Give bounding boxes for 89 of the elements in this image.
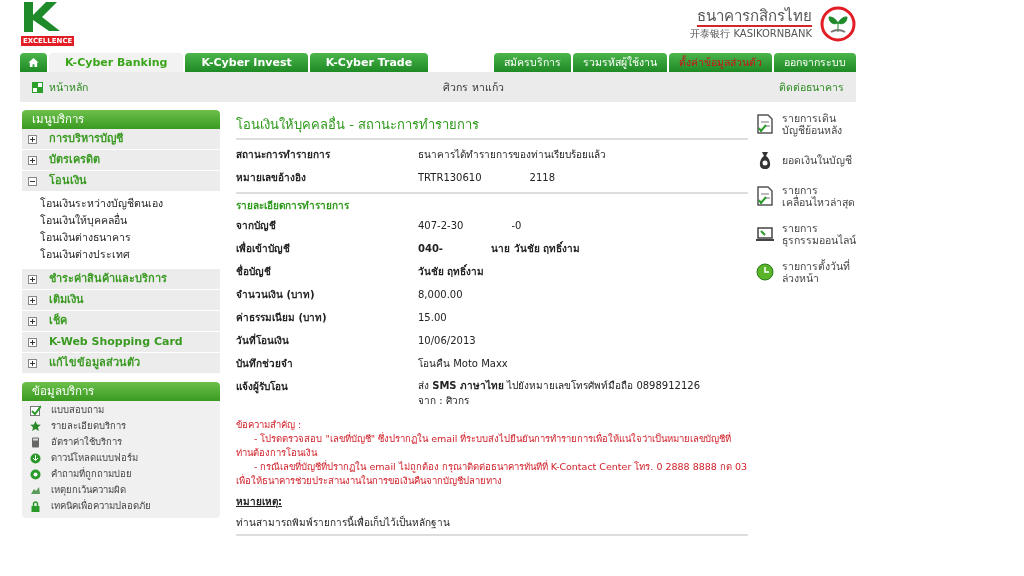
field-value: TRTR130610 <box>418 171 482 185</box>
home-icon <box>28 57 39 68</box>
quick-link[interactable]: รายการ ธุรกรรมออนไลน์ <box>782 222 856 246</box>
tab[interactable]: สมัครบริการ <box>494 53 571 72</box>
field-value: โอนคืน Moto Maxx <box>418 357 508 371</box>
menu-label: แก้ไขข้อมูลส่วนตัว <box>49 355 140 372</box>
info-link[interactable]: อัตราค่าใช้บริการ <box>22 434 220 450</box>
tab[interactable]: ออกจากระบบ <box>774 53 856 72</box>
field-label: เพื่อเข้าบัญชี <box>236 240 291 256</box>
menu-item[interactable]: เช็ค <box>22 311 220 332</box>
leaf-logo-icon <box>820 6 856 42</box>
info-link[interactable]: เทคนิคเพื่อความปลอดภัย <box>22 498 220 514</box>
notice-heading: ข้อความสำคัญ : <box>236 418 303 432</box>
menu-label: ชำระค่าสินค้าและบริการ <box>49 271 167 287</box>
document-icon <box>756 114 774 134</box>
quick-link[interactable]: ยอดเงินในบัญชี <box>782 154 852 166</box>
panel-title: ข้อมูลบริการ <box>22 382 220 401</box>
info-link[interactable]: คำถามที่ถูกถามบ่อย <box>22 466 220 482</box>
bank-subtitle: 开泰银行 KASIKORNBANK <box>690 27 812 41</box>
field-value: 8,000.00 <box>418 288 463 302</box>
field-label: จำนวนเงิน (บาท) <box>236 288 316 302</box>
submenu-link[interactable]: โอนเงินต่างธนาคาร <box>40 229 220 246</box>
tab[interactable]: K-Cyber Trade <box>309 53 429 72</box>
field-value: วันชัย ฤทธิ์งาม <box>418 263 485 279</box>
field-label: หมายเลขอ้างอิง <box>236 171 307 185</box>
panel-title: เมนูบริการ <box>22 110 220 129</box>
tab[interactable]: K-Cyber Banking <box>49 53 184 72</box>
field-label: สถานะการทำรายการ <box>236 148 331 162</box>
info-link[interactable]: แบบสอบถาม <box>22 402 220 418</box>
quick-link[interactable]: รายการ เคลื่อนไหวล่าสุด <box>782 184 855 208</box>
field-label: วันที่โอนเงิน <box>236 332 290 348</box>
field-value: นาย วันชัย ฤทธิ์งาม <box>491 240 580 256</box>
menu-item[interactable]: การบริหารบัญชี <box>22 129 220 150</box>
field-value: 407-2-30 <box>418 219 464 233</box>
field-value: 2118 <box>529 171 555 185</box>
field-value: 15.00 <box>418 311 447 325</box>
field-value: ธนาคารได้ทำรายการของท่านเรียบร้อยแล้ว <box>418 148 606 162</box>
user-name: ศิวกร หาแก้ว <box>443 79 504 95</box>
download-icon <box>30 452 41 464</box>
lock-icon <box>30 500 41 512</box>
quick-link[interactable]: รายการตั้งวันที่ ล่วงหน้า <box>782 260 850 284</box>
field-value: จาก : ศิวกร <box>418 394 470 408</box>
notice-text: - โปรดตรวจสอบ "เลขที่บัญชี" ซึ่งปรากฏใน email ที่ระบบส่งไปยืนยันการทำรายการเพื่อให้แน่ใจว่าเป็นหมายเลขบัญชีที่ท่านต้องการโอนเงิน <box>236 432 733 460</box>
field-value: 10/06/2013 <box>418 334 476 348</box>
menu-label: เช็ค <box>49 312 67 329</box>
info-link[interactable]: รายละเอียดบริการ <box>22 418 220 434</box>
menu-label: โอนเงิน <box>49 172 87 189</box>
info-link[interactable]: ดาวน์โหลดแบบฟอร์ม <box>22 450 220 466</box>
menu-label: บัตรเครดิต <box>49 152 100 168</box>
field-label: ค่าธรรมเนียม (บาท) <box>236 311 328 325</box>
clock-icon <box>756 262 774 282</box>
menu-label: เติมเงิน <box>49 292 84 308</box>
menu-item[interactable]: K-Web Shopping Card <box>22 332 220 353</box>
menu-label: K-Web Shopping Card <box>49 334 183 350</box>
star-icon <box>30 420 41 432</box>
laptop-icon <box>756 224 774 244</box>
document-icon <box>756 186 774 206</box>
remark-text: ท่านสามารถพิมพ์รายการนี้เพื่อเก็บไว้เป็นหลักฐาน <box>236 515 748 536</box>
submenu-link[interactable]: โอนเงินต่างประเทศ <box>40 246 220 263</box>
check-icon <box>30 404 41 416</box>
grid-icon <box>32 81 43 93</box>
tab[interactable]: K-Cyber Invest <box>185 53 308 72</box>
field-label: จากบัญชี <box>236 219 277 233</box>
menu-item[interactable]: แก้ไขข้อมูลส่วนตัว <box>22 353 220 374</box>
menu-label: การบริหารบัญชี <box>49 131 123 147</box>
field-label: ชื่อบัญชี <box>236 263 272 279</box>
field-label: บันทึกช่วยจำ <box>236 357 294 371</box>
field-label: แจ้งผู้รับโอน <box>236 380 289 395</box>
remark-heading: หมายเหตุ: <box>236 495 283 509</box>
quick-link[interactable]: รายการเดิน บัญชีย้อนหลัง <box>782 112 842 136</box>
notice-text: - กรณีเลขที่บัญชีที่ปรากฏใน email ไม่ถูกต้อง กรุณาติดต่อธนาคารทันทีที่ K-Contact Center โทร. 0 2888 8888 กด 03 เพื่อให้ธนาคารช่วยประสานงานในการขอเงินคืนจากบัญชีปลายทาง <box>236 460 748 488</box>
contact-link[interactable]: ติดต่อธนาคาร <box>779 78 844 96</box>
home-link[interactable]: หน้าหลัก <box>49 78 88 96</box>
menu-item[interactable]: บัตรเครดิต <box>22 150 220 171</box>
menu-item[interactable]: เติมเงิน <box>22 290 220 311</box>
field-value: ส่ง SMS ภาษาไทย ไปยังหมายเลขโทรศัพท์มือถือ 0898912126 <box>418 378 700 393</box>
tab[interactable]: รวมรหัสผู้ใช้งาน <box>573 53 667 72</box>
submenu-link[interactable]: โอนเงินระหว่างบัญชีตนเอง <box>40 195 220 212</box>
field-value: -0 <box>511 219 522 233</box>
field-value: 040- <box>418 242 444 256</box>
menu-item[interactable]: ชำระค่าสินค้าและบริการ <box>22 269 220 290</box>
info-link[interactable]: เหตุยกเว้นความผิด <box>22 482 220 498</box>
page-title: โอนเงินให้บุคคลอื่น - สถานะการทำรายการ <box>236 110 748 140</box>
home-tab[interactable] <box>20 53 47 72</box>
submenu-link[interactable]: โอนเงินให้บุคคลอื่น <box>40 212 220 229</box>
menu-item[interactable]: โอนเงิน <box>22 171 220 192</box>
calculator-icon <box>30 436 41 448</box>
bank-name: ธนาคารกสิกรไทย <box>697 7 812 27</box>
section-title: รายละเอียดการทำรายการ <box>236 199 350 213</box>
